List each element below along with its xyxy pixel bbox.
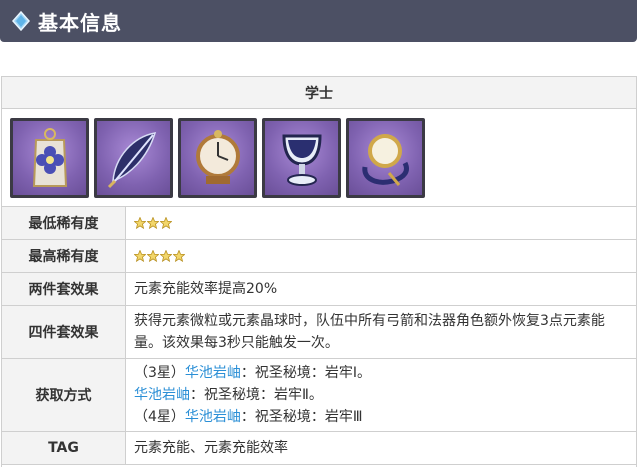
star-icon bbox=[134, 250, 146, 262]
max-rarity-value bbox=[126, 240, 636, 272]
min-rarity-value bbox=[126, 207, 636, 239]
row-two-piece: 两件套效果 元素充能效率提高20% bbox=[2, 273, 636, 306]
flower-tag-icon[interactable] bbox=[10, 117, 89, 198]
max-rarity-label: 最高稀有度 bbox=[2, 240, 126, 272]
obtain-line-1-suffix: ：祝圣秘境：岩牢Ⅰ。 bbox=[240, 365, 372, 381]
diamond-icon bbox=[8, 8, 34, 34]
star-icon bbox=[147, 250, 159, 262]
star-icon bbox=[134, 217, 146, 229]
section-header: 基本信息 bbox=[0, 0, 637, 42]
two-piece-value: 元素充能效率提高20% bbox=[134, 281, 278, 297]
obtain-line-1: （3星）华池岩岫：祝圣秘境：岩牢Ⅰ。 bbox=[134, 362, 628, 384]
obtain-value: （3星）华池岩岫：祝圣秘境：岩牢Ⅰ。 华池岩岫：祝圣秘境：岩牢Ⅱ。 （4星）华池… bbox=[126, 359, 636, 431]
four-piece-label: 四件套效果 bbox=[2, 306, 126, 358]
feather-quill-icon[interactable] bbox=[94, 117, 173, 198]
obtain-line-3-suffix: ：祝圣秘境：岩牢Ⅲ bbox=[240, 409, 363, 425]
row-min-rarity: 最低稀有度 bbox=[2, 207, 636, 240]
star-icon bbox=[160, 217, 172, 229]
min-rarity-label: 最低稀有度 bbox=[2, 207, 126, 239]
artifact-set-name: 学士 bbox=[2, 77, 636, 109]
artifact-info-card: 学士 最低稀有度 最高稀有度 两件套效果 元素充能效率提高20% 四件套效果 获… bbox=[1, 76, 637, 467]
star-icon bbox=[147, 217, 159, 229]
section-title: 基本信息 bbox=[38, 10, 122, 35]
obtain-line-2-suffix: ：祝圣秘境：岩牢Ⅱ。 bbox=[190, 387, 323, 403]
star-icon bbox=[173, 250, 185, 262]
obtain-line-1-link[interactable]: 华池岩岫 bbox=[185, 365, 241, 381]
min-rarity-stars bbox=[134, 217, 628, 229]
row-max-rarity: 最高稀有度 bbox=[2, 240, 636, 273]
pocket-clock-icon[interactable] bbox=[178, 117, 257, 198]
obtain-line-2: 华池岩岫：祝圣秘境：岩牢Ⅱ。 bbox=[134, 384, 628, 406]
max-rarity-stars bbox=[134, 250, 628, 262]
tag-value: 元素充能、元素充能效率 bbox=[134, 440, 288, 456]
goblet-icon[interactable] bbox=[262, 117, 341, 198]
artifact-icons-row bbox=[2, 109, 636, 207]
row-tag: TAG 元素充能、元素充能效率 bbox=[2, 432, 636, 465]
row-four-piece: 四件套效果 获得元素微粒或元素晶球时，队伍中所有弓箭和法器角色额外恢复3点元素能… bbox=[2, 306, 636, 359]
tag-label: TAG bbox=[2, 432, 126, 464]
obtain-label: 获取方式 bbox=[2, 359, 126, 431]
obtain-line-3-prefix: （4星） bbox=[134, 409, 185, 425]
obtain-line-1-prefix: （3星） bbox=[134, 365, 185, 381]
obtain-line-3: （4星）华池岩岫：祝圣秘境：岩牢Ⅲ bbox=[134, 406, 628, 428]
four-piece-value: 获得元素微粒或元素晶球时，队伍中所有弓箭和法器角色额外恢复3点元素能量。该效果每… bbox=[134, 313, 605, 351]
row-obtain: 获取方式 （3星）华池岩岫：祝圣秘境：岩牢Ⅰ。 华池岩岫：祝圣秘境：岩牢Ⅱ。 （… bbox=[2, 359, 636, 432]
obtain-line-2-link[interactable]: 华池岩岫 bbox=[134, 387, 190, 403]
star-icon bbox=[160, 250, 172, 262]
two-piece-label: 两件套效果 bbox=[2, 273, 126, 305]
obtain-line-3-link[interactable]: 华池岩岫 bbox=[185, 409, 241, 425]
monocle-circlet-icon[interactable] bbox=[346, 117, 425, 198]
